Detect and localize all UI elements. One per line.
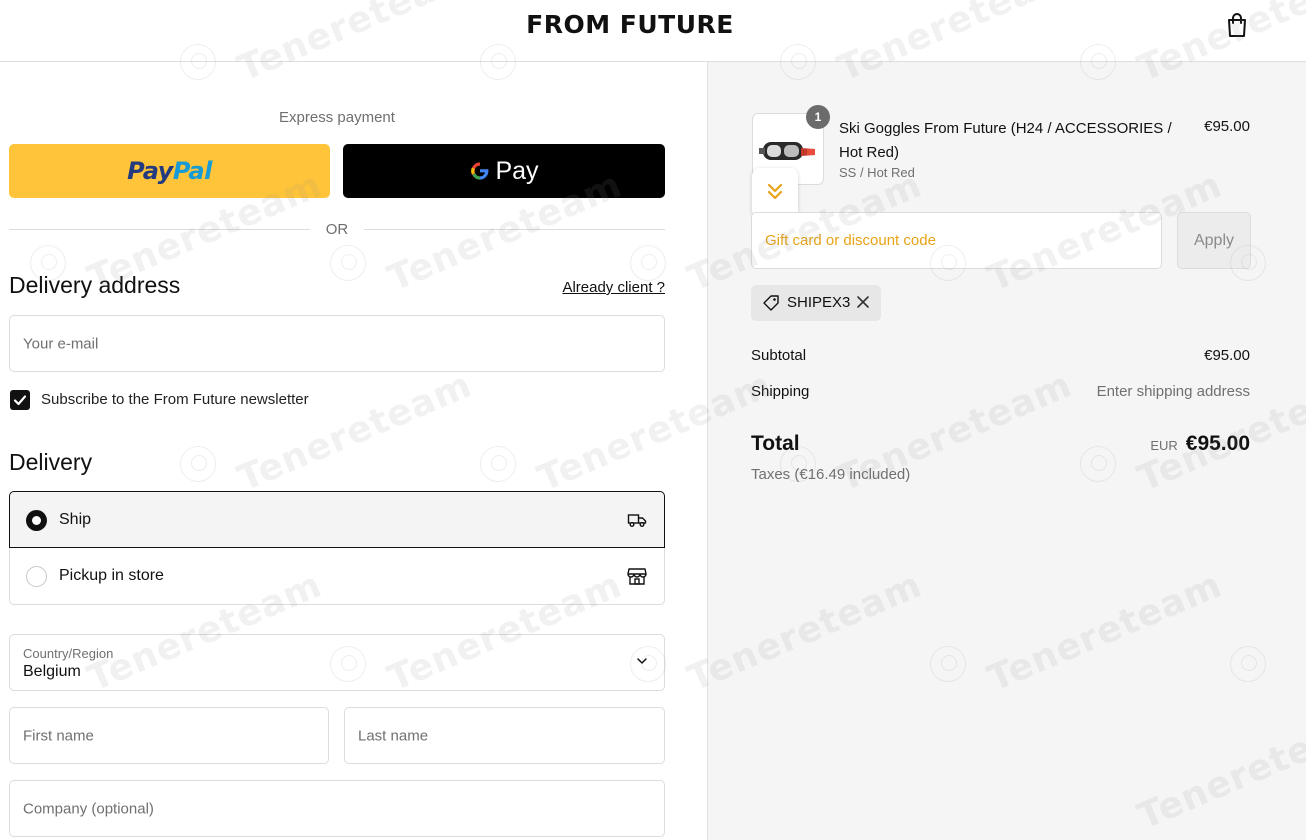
applied-discount-code: SHIPEX3 [787,294,851,311]
watermark-logo-icon [330,245,366,281]
shipping-value: Enter shipping address [1096,383,1250,400]
company-placeholder: Company (optional) [23,800,154,817]
subtotal-value: €95.00 [1204,347,1250,364]
first-name-field[interactable]: First name [9,707,329,764]
divider-left [9,229,310,230]
delivery-option-pickup[interactable]: Pickup in store [9,548,665,605]
delivery-option-ship[interactable]: Ship [9,491,665,548]
collapse-summary-chip[interactable] [752,168,798,218]
tag-icon [763,295,779,311]
product-price: €95.00 [1204,118,1250,135]
paypal-logo: PayPal [127,157,212,185]
double-chevron-down-icon [767,183,783,200]
taxes-note: Taxes (€16.49 included) [751,466,911,483]
shopping-bag-icon[interactable] [1226,12,1248,38]
country-value: Belgium [23,663,81,680]
subtotal-label: Subtotal [751,347,807,364]
site-header: FROM FUTURE [0,0,1306,62]
express-payment-label: Express payment [279,109,395,126]
product-variant: SS / Hot Red [839,165,915,180]
pickup-label: Pickup in store [59,567,164,584]
applied-discount-chip: SHIPEX3 [751,285,881,321]
delivery-method-group: Ship Pickup in store [9,491,665,605]
company-field[interactable]: Company (optional) [9,780,665,837]
total-currency: EUR [1150,438,1178,453]
delivery-address-heading: Delivery address [9,272,181,298]
watermark-logo-icon [480,446,516,482]
remove-discount-icon[interactable] [855,294,871,310]
email-field[interactable]: Your e-mail [9,315,665,372]
discount-placeholder: Gift card or discount code [765,232,936,249]
last-name-field[interactable]: Last name [344,707,665,764]
checkmark-icon [13,395,27,406]
total-label: Total [751,432,800,455]
store-icon [627,568,647,585]
watermark-logo-icon [180,446,216,482]
watermark-logo-icon [630,245,666,281]
or-divider-text: OR [325,221,349,238]
pickup-radio[interactable] [26,566,47,587]
ship-radio[interactable] [26,510,47,531]
paypal-button[interactable]: PayPal [9,144,330,198]
truck-icon [627,514,647,527]
brand-logo[interactable]: FROM FUTURE [0,10,1260,39]
discount-code-field[interactable]: Gift card or discount code [751,212,1162,269]
total-amount-group: EUR €95.00 [1150,432,1250,456]
already-client-link[interactable]: Already client ? [562,279,665,296]
product-title: Ski Goggles From Future (H24 / ACCESSORI… [839,120,1172,161]
chevron-down-icon [637,658,647,664]
watermark-text: Tenereteam [232,364,479,500]
total-amount: €95.00 [1185,432,1250,455]
first-name-placeholder: First name [23,727,94,744]
divider-right [364,229,665,230]
country-region-select[interactable]: Country/Region Belgium [9,634,665,691]
delivery-heading: Delivery [9,449,93,475]
last-name-placeholder: Last name [358,727,429,744]
newsletter-label[interactable]: Subscribe to the From Future newsletter [41,391,309,408]
country-label: Country/Region [23,646,114,661]
google-pay-button[interactable]: Pay [343,144,665,198]
ship-label: Ship [59,511,92,528]
email-placeholder: Your e-mail [23,335,99,352]
apply-discount-button[interactable]: Apply [1177,212,1251,269]
shipping-label: Shipping [751,383,810,400]
google-g-icon [471,162,489,180]
quantity-badge: 1 [806,105,830,129]
google-pay-label: Pay [495,156,539,185]
newsletter-checkbox[interactable] [10,390,30,410]
